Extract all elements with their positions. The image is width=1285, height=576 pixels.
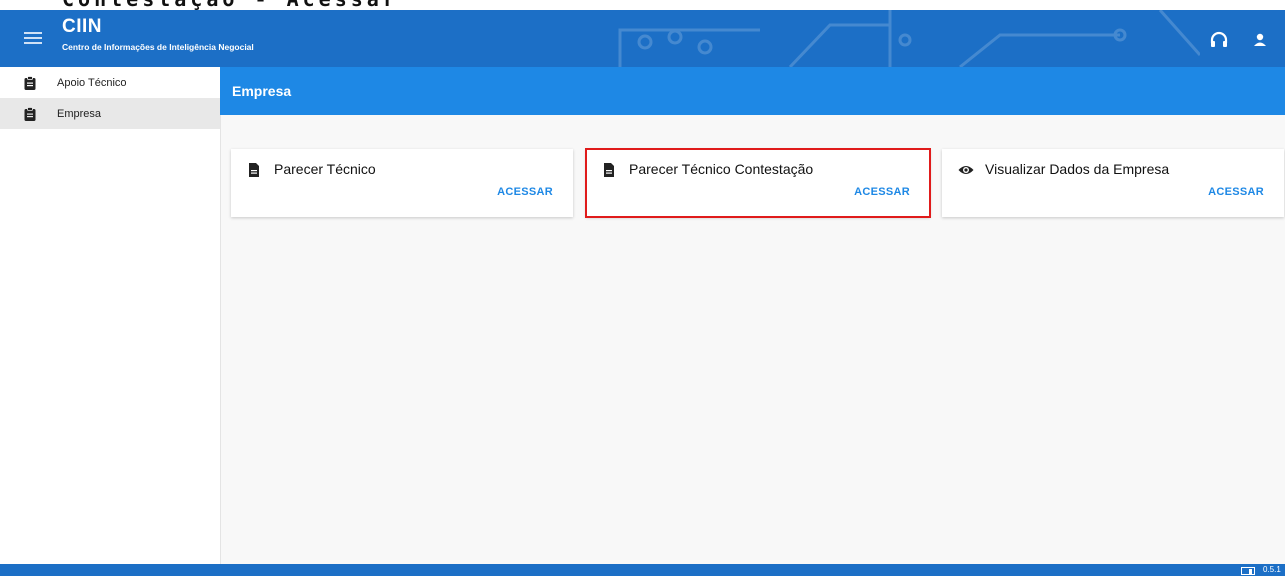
version-label: 0.5.1: [1263, 565, 1281, 574]
sidebar-item-label: Apoio Técnico: [57, 76, 127, 89]
acessar-button[interactable]: ACESSAR: [854, 186, 910, 198]
card-title: Parecer Técnico Contestação: [629, 161, 814, 177]
clipboard-icon: [24, 106, 36, 121]
card-title: Parecer Técnico: [274, 161, 376, 177]
menu-icon[interactable]: [22, 29, 44, 49]
version-icon: [1241, 567, 1255, 575]
circuit-background-pattern: [618, 10, 1200, 67]
sidebar-item-label: Empresa: [57, 107, 102, 120]
page-top-strip: Contestação - Acessar: [0, 0, 1285, 10]
acessar-button[interactable]: ACESSAR: [497, 186, 553, 198]
clipboard-icon: [24, 75, 36, 90]
clipped-heading-text: Contestação - Acessar: [62, 0, 399, 10]
eye-icon: [958, 166, 974, 174]
app-subtitle: Centro de Informações de Inteligência Ne…: [62, 42, 254, 52]
document-icon: [249, 163, 259, 177]
document-icon: [604, 163, 614, 177]
sidebar-item-empresa[interactable]: Empresa: [0, 98, 220, 129]
card-parecer-tecnico: Parecer Técnico ACESSAR: [231, 149, 573, 217]
app-bar: CIIN Centro de Informações de Inteligênc…: [0, 10, 1285, 67]
card-parecer-tecnico-contestacao: Parecer Técnico Contestação ACESSAR: [585, 148, 931, 218]
sidebar: Apoio Técnico Empresa: [0, 67, 221, 564]
section-header: Empresa: [220, 67, 1285, 115]
card-title: Visualizar Dados da Empresa: [985, 161, 1170, 177]
acessar-button[interactable]: ACESSAR: [1208, 186, 1264, 198]
headset-icon[interactable]: [1209, 30, 1229, 50]
footer: 0.5.1: [0, 564, 1285, 576]
user-icon[interactable]: [1250, 30, 1270, 50]
section-title: Empresa: [232, 83, 292, 99]
app-title: CIIN: [62, 16, 102, 37]
sidebar-item-apoio-tecnico[interactable]: Apoio Técnico: [0, 67, 220, 98]
card-visualizar-dados-empresa: Visualizar Dados da Empresa ACESSAR: [942, 149, 1284, 217]
